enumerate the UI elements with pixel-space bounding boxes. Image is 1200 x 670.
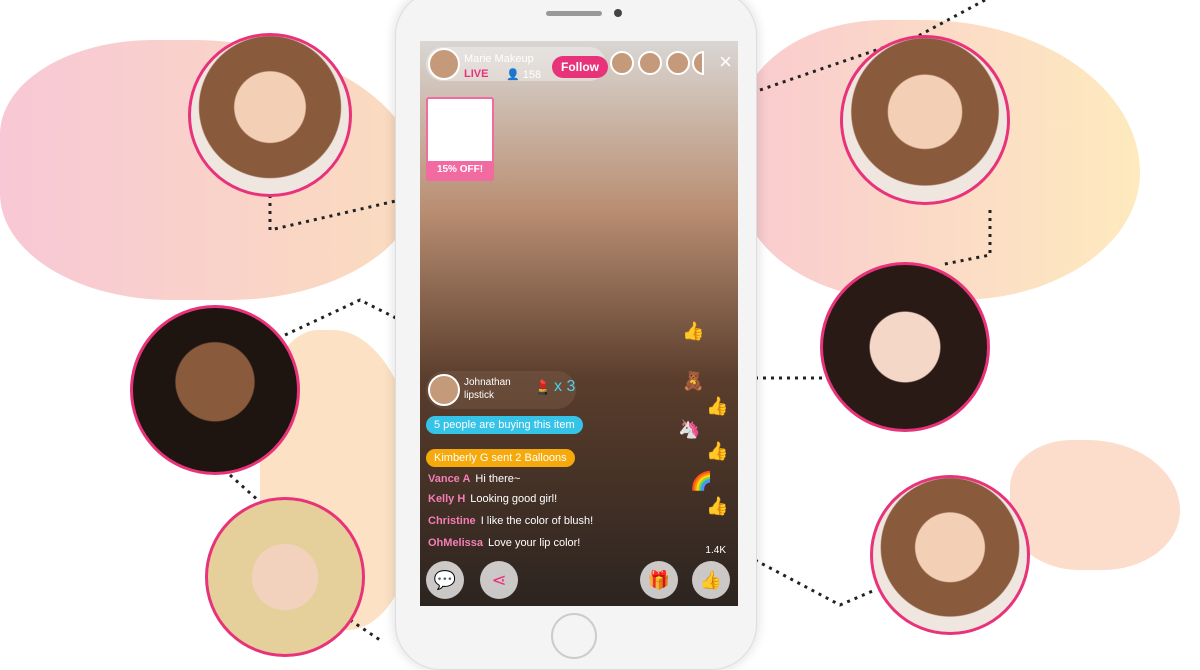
live-badge: LIVE [464, 68, 489, 80]
person-icon: 👤 [506, 69, 520, 81]
viewer-portrait [188, 33, 352, 197]
phone-mockup: Marie Makeup LIVE 👤 158 Follow × 15% OFF… [395, 0, 757, 670]
close-icon[interactable]: × [719, 49, 732, 75]
chat-user: OhMelissa [428, 537, 484, 549]
viewer-portrait [130, 305, 300, 475]
chat-user: Kelly H [428, 493, 466, 505]
gift-button[interactable]: 🎁 [640, 561, 678, 599]
like-count: 1.4K [705, 545, 726, 556]
thumbs-up-icon: 👍 [682, 321, 705, 341]
host-avatar[interactable] [428, 48, 460, 80]
chat-bubble-icon: 💬 [433, 570, 457, 590]
unicorn-icon: 🦄 [678, 419, 701, 439]
phone-speaker [546, 11, 602, 16]
chat-message: OhMelissa Love your lip color! [428, 537, 580, 549]
gift-multiplier: x 3 [554, 378, 576, 395]
viewer-avatar[interactable] [638, 51, 662, 75]
viewer-avatar[interactable] [610, 51, 634, 75]
like-button[interactable]: 👍 [692, 561, 730, 599]
viewer-portrait [205, 497, 365, 657]
product-promo[interactable]: 15% OFF! [426, 97, 494, 181]
thumbs-up-icon: 👍 [699, 570, 723, 590]
chat-text: Hi there~ [475, 473, 521, 485]
chat-text: Looking good girl! [470, 493, 558, 505]
gift-icon: 🎁 [647, 570, 671, 590]
live-stream-screen: Marie Makeup LIVE 👤 158 Follow × 15% OFF… [420, 41, 738, 606]
viewer-portrait [870, 475, 1030, 635]
host-name: Marie Makeup [464, 53, 534, 65]
chat-message: Christine I like the color of blush! [428, 515, 593, 527]
follow-button[interactable]: Follow [552, 56, 608, 78]
thumbs-up-icon: 👍 [706, 396, 729, 416]
gift-notification: Johnathan lipstick 💄 x 3 [426, 371, 576, 409]
viewer-avatar[interactable] [666, 51, 690, 75]
rainbow-icon: 🌈 [690, 471, 713, 491]
thumbs-up-icon: 👍 [706, 496, 729, 516]
balloon-notice: Kimberly G sent 2 Balloons [426, 449, 575, 467]
viewer-portrait [840, 35, 1010, 205]
gift-sender: Johnathan [464, 377, 511, 388]
home-button[interactable] [551, 613, 597, 659]
host-bar: Marie Makeup LIVE 👤 158 Follow [426, 47, 608, 81]
chat-message: Kelly H Looking good girl! [428, 493, 557, 505]
phone-camera [614, 9, 622, 17]
chat-text: Love your lip color! [488, 537, 581, 549]
viewer-portrait [820, 262, 990, 432]
chat-text: I like the color of blush! [480, 515, 594, 527]
discount-label: 15% OFF! [428, 161, 492, 179]
lipstick-icon: 💄 [534, 379, 552, 395]
gift-item: lipstick [464, 390, 495, 401]
viewer-count: 👤 158 [506, 68, 541, 81]
chat-user: Christine [428, 515, 476, 527]
thumbs-up-icon: 👍 [706, 441, 729, 461]
buying-notice: 5 people are buying this item [426, 416, 583, 434]
teddy-bear-icon: 🧸 [682, 371, 705, 391]
share-icon: ⋖ [491, 570, 507, 590]
viewer-count-value: 158 [522, 69, 542, 81]
share-button[interactable]: ⋖ [480, 561, 518, 599]
viewer-avatar[interactable] [692, 51, 704, 75]
chat-user: Vance A [428, 473, 471, 485]
chat-message: Vance A Hi there~ [428, 473, 520, 485]
chat-button[interactable]: 💬 [426, 561, 464, 599]
sender-avatar [428, 374, 460, 406]
